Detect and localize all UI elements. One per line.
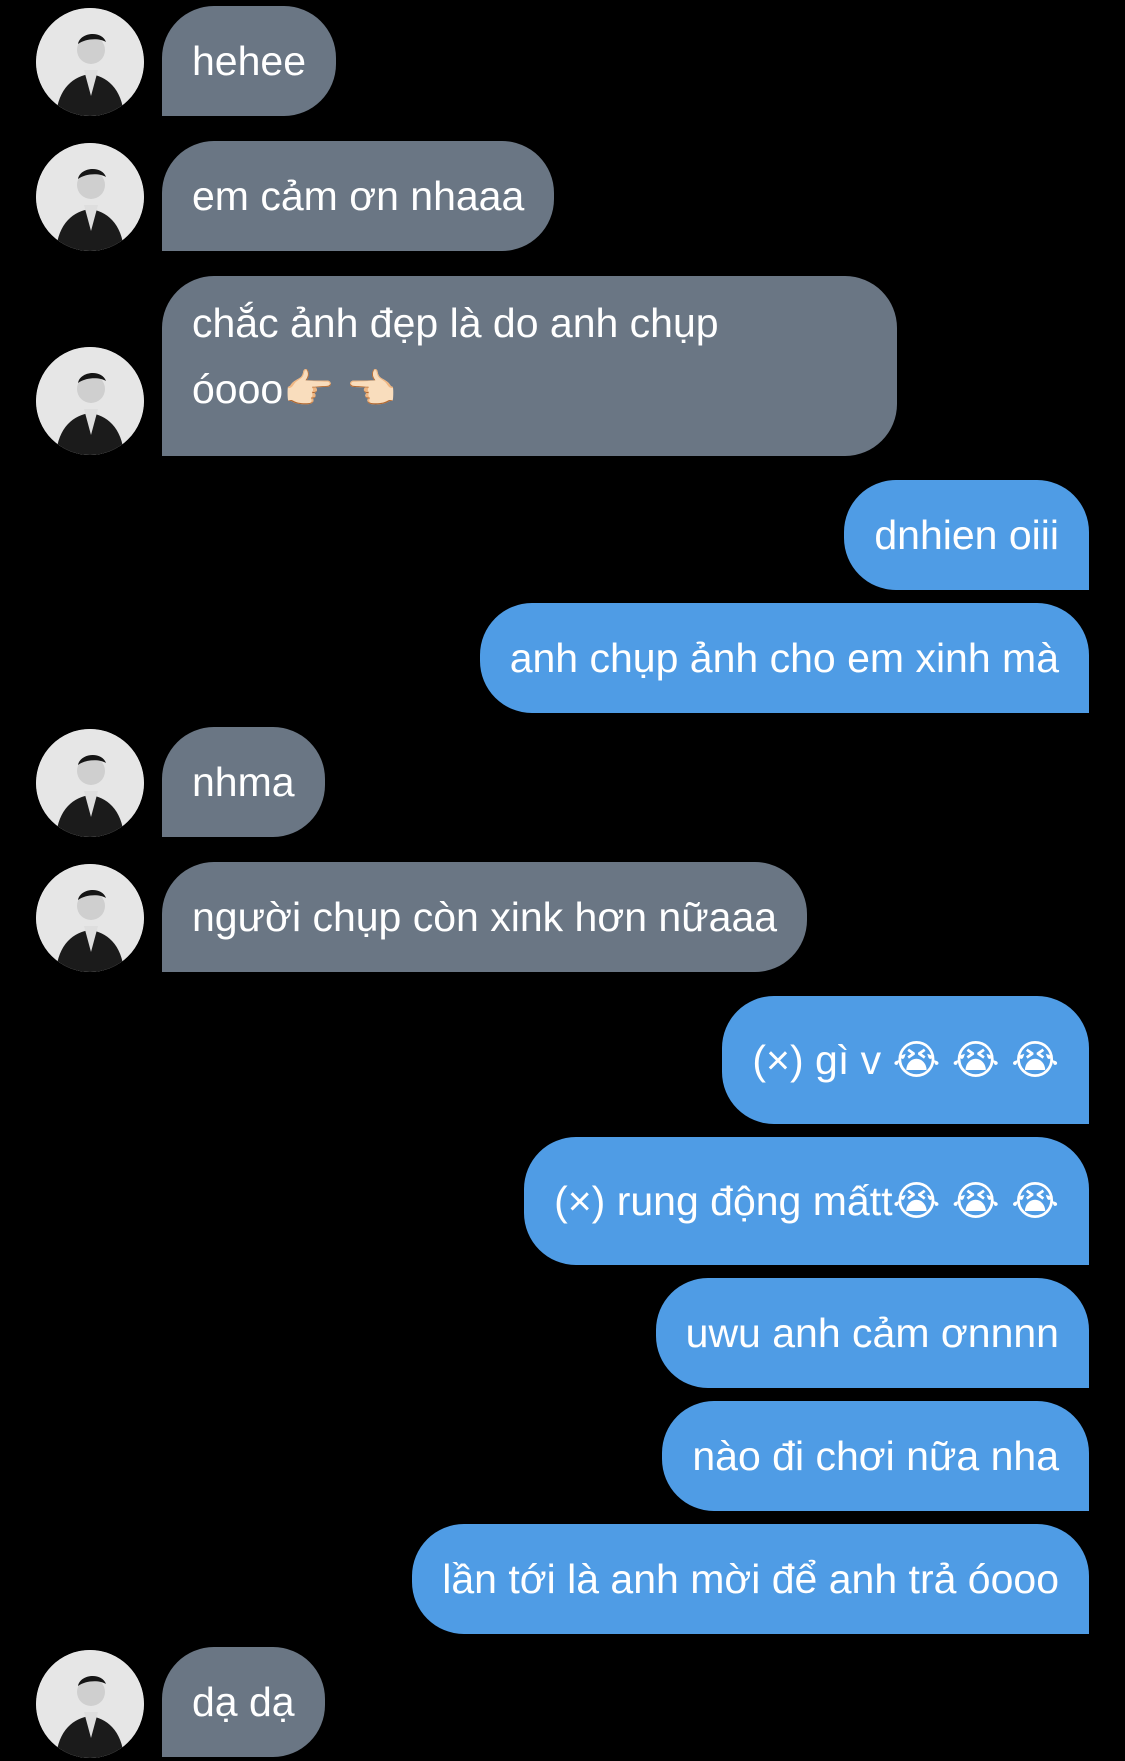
outgoing-message-bubble[interactable]: uwu anh cảm ơnnnn	[655, 1278, 1089, 1388]
avatar-photo-icon	[36, 347, 144, 455]
contact-avatar[interactable]	[36, 1650, 144, 1758]
message-text: anh chụp ảnh cho em xinh mà	[509, 635, 1059, 681]
message-text: dnhien oiii	[874, 512, 1059, 558]
avatar-photo-icon	[36, 8, 144, 116]
avatar-photo-icon	[36, 1650, 144, 1758]
incoming-message-bubble[interactable]: hehee	[162, 6, 337, 116]
outgoing-message-bubble[interactable]: nào đi chơi nữa nha	[662, 1401, 1089, 1511]
message-text: uwu anh cảm ơnnnn	[685, 1310, 1059, 1356]
message-text: dạ dạ	[192, 1679, 295, 1725]
incoming-message-bubble[interactable]: người chụp còn xink hơn nữaaa	[162, 862, 808, 972]
outgoing-message-bubble[interactable]: (×) rung động mấtt😭 😭 😭	[524, 1137, 1089, 1265]
incoming-message-bubble[interactable]: nhma	[162, 727, 325, 837]
message-text: hehee	[192, 38, 307, 84]
contact-avatar[interactable]	[36, 8, 144, 116]
outgoing-message-bubble[interactable]: lần tới là anh mời để anh trả óooo	[412, 1524, 1089, 1634]
message-text: nào đi chơi nữa nha	[692, 1433, 1059, 1479]
outgoing-message-bubble[interactable]: dnhien oiii	[844, 480, 1089, 590]
contact-avatar[interactable]	[36, 143, 144, 251]
avatar-photo-icon	[36, 729, 144, 837]
contact-avatar[interactable]	[36, 864, 144, 972]
message-text: lần tới là anh mời để anh trả óooo	[442, 1556, 1059, 1602]
message-text: (×) gì v 😭 😭 😭	[752, 1037, 1059, 1083]
outgoing-message-bubble[interactable]: (×) gì v 😭 😭 😭	[722, 996, 1089, 1124]
avatar-photo-icon	[36, 143, 144, 251]
contact-avatar[interactable]	[36, 347, 144, 455]
incoming-message-bubble[interactable]: dạ dạ	[162, 1647, 325, 1757]
outgoing-message-bubble[interactable]: anh chụp ảnh cho em xinh mà	[479, 603, 1089, 713]
message-text: người chụp còn xink hơn nữaaa	[192, 894, 778, 940]
incoming-message-bubble[interactable]: em cảm ơn nhaaa	[162, 141, 555, 251]
avatar-photo-icon	[36, 864, 144, 972]
message-text: nhma	[192, 759, 295, 805]
message-text: (×) rung động mấtt😭 😭 😭	[554, 1178, 1059, 1224]
contact-avatar[interactable]	[36, 729, 144, 837]
incoming-message-bubble[interactable]: chắc ảnh đẹp là do anh chụp óooo👉🏻 👈🏻	[162, 276, 897, 456]
message-text: em cảm ơn nhaaa	[192, 173, 525, 219]
message-text: chắc ảnh đẹp là do anh chụp óooo👉🏻 👈🏻	[192, 300, 719, 412]
